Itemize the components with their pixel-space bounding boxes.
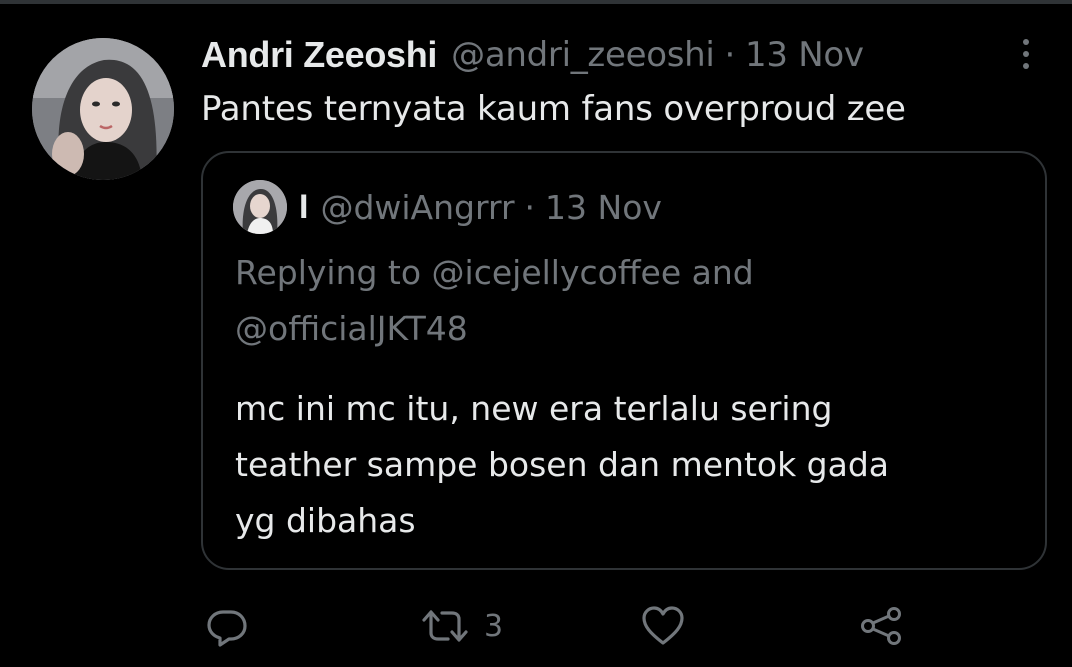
quoted-tweet-card[interactable]: I @dwiAngrrr · 13 Nov Replying to @iceje… — [201, 151, 1047, 570]
retweet-button[interactable]: 3 — [420, 598, 503, 654]
quoted-text-line: teather sampe bosen dan mentok gada — [235, 445, 890, 484]
tweet-date[interactable]: 13 Nov — [745, 35, 864, 75]
share-button[interactable] — [858, 598, 904, 654]
tweet-actions: 3 — [0, 598, 1072, 654]
reply-icon — [205, 604, 249, 648]
share-icon — [858, 604, 904, 648]
replying-to-line: @officialJKT48 — [235, 309, 468, 348]
retweet-icon — [420, 604, 470, 648]
retweet-count: 3 — [484, 608, 504, 644]
replying-to-text: Replying to @icejellycoffee and @officia… — [235, 245, 995, 357]
header-separator: · — [724, 35, 736, 75]
quoted-header-separator: · — [524, 187, 536, 227]
quoted-tweet-header: I @dwiAngrrr · 13 Nov — [233, 179, 662, 235]
heart-icon — [640, 604, 686, 648]
author-handle[interactable]: @andri_zeeoshi — [451, 35, 715, 75]
more-dot-icon — [1023, 39, 1029, 45]
author-name[interactable]: Andri Zeeoshi — [201, 34, 437, 76]
like-button[interactable] — [640, 598, 686, 654]
quoted-text-line: yg dibahas — [235, 501, 416, 540]
top-divider — [0, 0, 1072, 4]
tweet-header: Andri Zeeoshi @andri_zeeoshi · 13 Nov — [201, 30, 864, 80]
more-dot-icon — [1023, 63, 1029, 69]
quoted-tweet-text: mc ini mc itu, new era terlalu sering te… — [235, 381, 1025, 549]
replying-to-line: Replying to @icejellycoffee and — [235, 253, 754, 292]
quoted-text-line: mc ini mc itu, new era terlalu sering — [235, 389, 833, 428]
more-options-button[interactable] — [1008, 34, 1044, 74]
tweet-text: Pantes ternyata kaum fans overproud zee — [201, 89, 906, 129]
quoted-author-name: I — [299, 187, 309, 226]
quoted-author-avatar — [233, 180, 287, 234]
quoted-author-handle: @dwiAngrrr — [320, 187, 515, 227]
author-avatar[interactable] — [32, 38, 174, 180]
reply-button[interactable] — [205, 598, 249, 654]
more-dot-icon — [1023, 51, 1029, 57]
quoted-tweet-date: 13 Nov — [545, 187, 662, 227]
